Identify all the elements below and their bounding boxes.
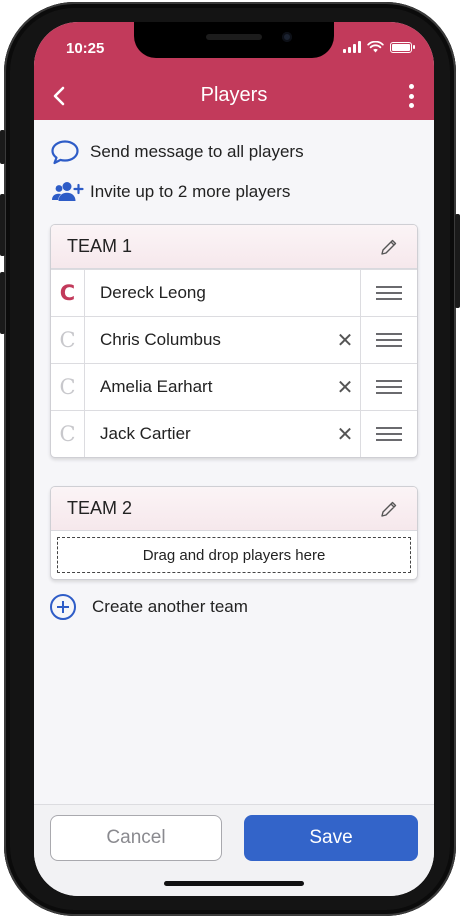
- captain-icon[interactable]: C: [51, 411, 85, 457]
- captain-icon[interactable]: C: [51, 270, 85, 316]
- power-button: [455, 214, 460, 308]
- send-message-label: Send message to all players: [90, 142, 304, 161]
- chat-bubble-icon: [51, 140, 79, 165]
- captain-icon[interactable]: C: [51, 317, 85, 363]
- pencil-icon[interactable]: [379, 499, 399, 519]
- player-name: Amelia Earhart: [100, 377, 213, 396]
- footer-bar: Cancel Save: [34, 804, 434, 896]
- player-row[interactable]: C Chris Columbus ✕: [51, 316, 417, 363]
- app-header: 10:25 Players: [34, 22, 434, 120]
- speaker-grille: [206, 34, 262, 40]
- player-dropzone[interactable]: Drag and drop players here: [57, 537, 411, 573]
- status-icons: [343, 41, 415, 53]
- player-row[interactable]: C Amelia Earhart ✕: [51, 363, 417, 410]
- home-indicator[interactable]: [164, 881, 304, 886]
- drag-handle-icon[interactable]: [360, 364, 417, 410]
- invite-players-link[interactable]: Invite up to 2 more players: [50, 178, 290, 206]
- volume-down-button: [0, 272, 5, 334]
- create-team-button[interactable]: Create another team: [50, 594, 248, 620]
- close-icon[interactable]: ✕: [330, 364, 360, 410]
- team-card-2: TEAM 2 Drag and drop players here: [50, 486, 418, 580]
- signal-icon: [343, 41, 361, 53]
- mute-switch: [0, 130, 5, 164]
- team-name: TEAM 1: [67, 236, 133, 256]
- plus-circle-icon: [50, 594, 76, 620]
- player-name: Chris Columbus: [100, 330, 221, 349]
- wifi-icon: [367, 41, 384, 53]
- cancel-button[interactable]: Cancel: [50, 815, 222, 861]
- invite-label: Invite up to 2 more players: [90, 182, 291, 201]
- volume-up-button: [0, 194, 5, 256]
- status-time: 10:25: [66, 40, 105, 57]
- drag-handle-icon[interactable]: [360, 411, 417, 457]
- phone-frame: 10:25 Players Send message to all player…: [0, 2, 460, 916]
- page-title: Players: [200, 84, 268, 106]
- front-camera: [282, 32, 292, 42]
- team-name: TEAM 2: [67, 498, 133, 518]
- create-team-label: Create another team: [92, 597, 248, 616]
- screen: 10:25 Players Send message to all player…: [34, 22, 434, 896]
- team-header: TEAM 1: [51, 225, 417, 269]
- pencil-icon[interactable]: [379, 237, 399, 257]
- player-name: Jack Cartier: [100, 424, 191, 443]
- player-row[interactable]: C Jack Cartier ✕: [51, 410, 417, 457]
- player-row[interactable]: C Dereck Leong: [51, 269, 417, 316]
- team-header: TEAM 2: [51, 487, 417, 531]
- close-icon[interactable]: ✕: [330, 411, 360, 457]
- battery-icon: [390, 41, 415, 53]
- team-card-1: TEAM 1 C Dereck Leong C Chris Columbus ✕…: [50, 224, 418, 458]
- kebab-menu-icon[interactable]: [406, 84, 416, 108]
- drag-handle-icon[interactable]: [360, 270, 417, 316]
- add-users-icon: [52, 182, 84, 201]
- send-message-all-link[interactable]: Send message to all players: [50, 138, 304, 166]
- drag-handle-icon[interactable]: [360, 317, 417, 363]
- close-icon[interactable]: ✕: [330, 317, 360, 363]
- captain-icon[interactable]: C: [51, 364, 85, 410]
- player-name: Dereck Leong: [100, 283, 206, 302]
- save-button[interactable]: Save: [244, 815, 418, 861]
- notch: [134, 22, 334, 58]
